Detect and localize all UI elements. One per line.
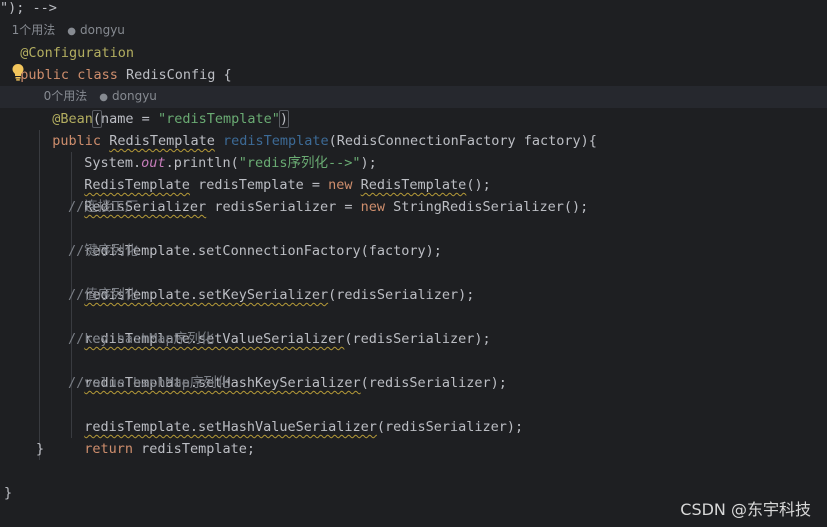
lightbulb-icon[interactable] xyxy=(11,63,25,81)
keyword-return: return xyxy=(84,441,134,457)
usages-hint-method[interactable]: 0个用法 ● dongyu xyxy=(36,66,157,103)
indent-guide xyxy=(39,130,40,460)
code-line-17[interactable]: redisTemplate.setHashValueSerializer(red… xyxy=(68,394,523,435)
code-line-15[interactable]: redisTemplate.setHashKeySerializer(redis… xyxy=(68,350,507,391)
comment-hash-key-serializer[interactable]: //key hashMap序列化 xyxy=(68,328,214,350)
ctor-string-serializer: StringRedisSerializer(); xyxy=(385,199,589,215)
code-line-7[interactable]: RedisSerializer redisSerializer = new St… xyxy=(68,174,588,215)
code-line-4[interactable]: public RedisTemplate redisTemplate(Redis… xyxy=(36,108,597,149)
code-line-3[interactable]: @Bean(name = "redisTemplate") xyxy=(36,86,290,128)
call-args: (redisSerializer); xyxy=(344,331,491,347)
method-close-brace[interactable]: } xyxy=(36,438,44,460)
call-args: (redisSerializer); xyxy=(328,287,475,303)
watermark: CSDN @东宇科技 xyxy=(680,500,811,519)
code-line-13[interactable]: redisTemplate.setValueSerializer(redisSe… xyxy=(68,306,490,347)
keyword-new: new xyxy=(360,199,386,215)
code-line-5[interactable]: System.out.println("redis序列化-->"); xyxy=(68,130,377,171)
code-line-6[interactable]: RedisTemplate redisTemplate = new RedisT… xyxy=(68,152,490,193)
open-brace: { xyxy=(215,67,232,83)
comment-hash-value-serializer[interactable]: //value hashMap序列化 xyxy=(68,372,230,394)
comment-key-serializer[interactable]: //键序列化 xyxy=(68,240,138,262)
comment-value-serializer[interactable]: //值序列化 xyxy=(68,284,138,306)
code-line-11[interactable]: redisTemplate.setKeySerializer(redisSeri… xyxy=(68,262,474,303)
usages-hint-class[interactable]: 1个用法 ● dongyu xyxy=(4,0,125,37)
comment-connection-factory[interactable]: //连接工厂 xyxy=(68,196,138,218)
code-line-2[interactable]: public class RedisConfig { xyxy=(4,42,231,83)
return-value: redisTemplate; xyxy=(133,441,255,457)
call-args: (redisSerializer); xyxy=(360,375,507,391)
code-line-9[interactable]: redisTemplate.setConnectionFactory(facto… xyxy=(68,218,442,259)
code-line-1[interactable]: @Configuration xyxy=(4,20,134,61)
var-decl: redisSerializer = xyxy=(206,199,361,215)
class-close-brace[interactable]: } xyxy=(4,482,12,504)
code-line-18[interactable]: return redisTemplate; xyxy=(68,416,255,457)
call-args: (redisSerializer); xyxy=(376,419,524,435)
